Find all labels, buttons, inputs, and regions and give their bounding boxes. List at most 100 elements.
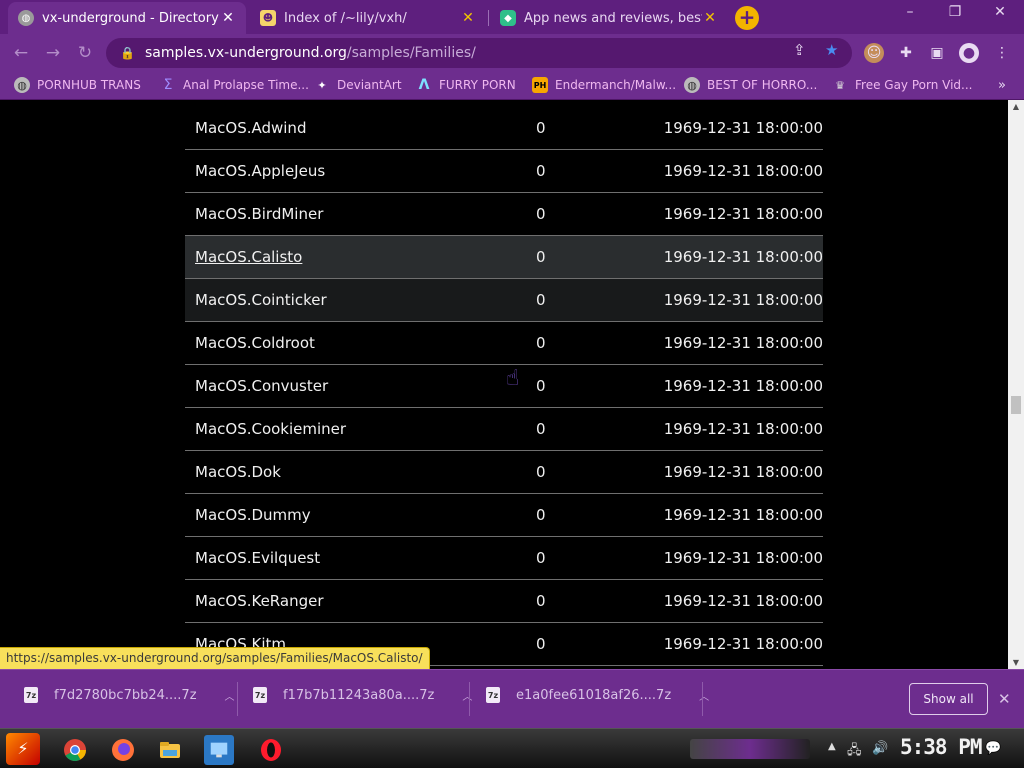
file-date: 1969-12-31 18:00:00: [663, 463, 823, 481]
address-bar[interactable]: 🔒 samples.vx-underground.org/samples/Fam…: [106, 38, 852, 68]
bookmark-label: DeviantArt: [337, 78, 402, 92]
bookmark-item[interactable]: PH Endermanch/Malw...: [532, 77, 676, 93]
bookmark-star-icon[interactable]: ★: [825, 41, 838, 59]
globe-icon: ◍: [14, 77, 30, 93]
file-explorer-app-icon[interactable]: [155, 735, 185, 765]
bookmark-item[interactable]: ✦ DeviantArt: [314, 77, 402, 93]
scrollbar-thumb[interactable]: [1011, 396, 1021, 414]
volume-icon[interactable]: 🔊: [872, 741, 888, 756]
tab-vx-underground[interactable]: ◍ vx-underground - Directory ✕: [8, 2, 246, 34]
opera-app-icon[interactable]: [256, 735, 286, 765]
file-name-link[interactable]: MacOS.KeRanger: [195, 592, 324, 610]
close-tab-icon[interactable]: ✕: [702, 10, 718, 26]
download-divider: [237, 682, 238, 716]
show-all-downloads-button[interactable]: Show all: [909, 683, 988, 715]
extension-avatar-icon[interactable]: ☺: [864, 43, 884, 63]
file-name-link[interactable]: MacOS.Cointicker: [195, 291, 327, 309]
tab-index-lily-vxh[interactable]: ☻ Index of /~lily/vxh/ ✕: [250, 2, 486, 34]
download-item[interactable]: 7z f17b7b11243a80a....7z ︿: [253, 687, 472, 703]
table-row[interactable]: MacOS.Adwind 0 1969-12-31 18:00:00: [185, 107, 823, 150]
globe-icon: ◍: [18, 10, 34, 26]
table-row[interactable]: MacOS.AppleJeus 0 1969-12-31 18:00:00: [185, 150, 823, 193]
tray-chevron-up-icon[interactable]: ▲: [828, 741, 836, 752]
download-item[interactable]: 7z e1a0fee61018af26....7z ︿: [486, 687, 709, 703]
ph-icon: PH: [532, 77, 548, 93]
control-panel-app-icon[interactable]: [204, 735, 234, 765]
archive-file-icon: 7z: [486, 687, 500, 703]
url-path: /samples/Families/: [346, 45, 476, 61]
file-name-link[interactable]: MacOS.BirdMiner: [195, 205, 323, 223]
file-date: 1969-12-31 18:00:00: [663, 420, 823, 438]
scroll-up-arrow-icon[interactable]: ▲: [1008, 102, 1024, 111]
side-panel-icon[interactable]: ▣: [927, 43, 947, 63]
forward-button[interactable]: →: [42, 42, 64, 64]
file-name-link[interactable]: MacOS.Dok: [195, 463, 281, 481]
scroll-down-arrow-icon[interactable]: ▼: [1008, 658, 1024, 667]
menu-kebab-icon[interactable]: ⋮: [992, 43, 1012, 63]
close-tab-icon[interactable]: ✕: [460, 10, 476, 26]
table-row[interactable]: MacOS.Coldroot 0 1969-12-31 18:00:00: [185, 322, 823, 365]
file-date: 1969-12-31 18:00:00: [663, 248, 823, 266]
maximize-button[interactable]: ❐: [940, 4, 970, 20]
app-news-icon: ◆: [500, 10, 516, 26]
chrome-app-icon[interactable]: [60, 735, 90, 765]
bookmark-item[interactable]: Σ Anal Prolapse Time...: [160, 77, 309, 93]
lock-icon: 🔒: [120, 46, 135, 60]
close-shelf-icon[interactable]: ✕: [998, 690, 1011, 708]
notifications-icon[interactable]: 💬: [985, 741, 1001, 756]
bookmarks-overflow-button[interactable]: »: [998, 78, 1006, 93]
start-button[interactable]: ⚡: [6, 733, 40, 765]
chevron-up-icon[interactable]: ︿: [462, 688, 472, 703]
download-item[interactable]: 7z f7d2780bc7bb24....7z ︿: [24, 687, 235, 703]
bookmark-item[interactable]: Λ FURRY PORN: [416, 77, 516, 93]
table-row[interactable]: MacOS.KeRanger 0 1969-12-31 18:00:00: [185, 580, 823, 623]
download-filename: f7d2780bc7bb24....7z: [54, 687, 197, 703]
tab-app-news[interactable]: ◆ App news and reviews, best sof ✕: [490, 2, 728, 34]
table-row[interactable]: MacOS.Calisto 0 1969-12-31 18:00:00: [185, 236, 823, 279]
minimize-button[interactable]: –: [895, 4, 925, 20]
chevron-up-icon[interactable]: ︿: [225, 688, 235, 703]
table-row[interactable]: MacOS.Convuster 0 1969-12-31 18:00:00: [185, 365, 823, 408]
bookmark-item[interactable]: ◍ BEST OF HORRO...: [684, 77, 817, 93]
ao3-icon: Σ: [163, 77, 173, 93]
file-name-link[interactable]: MacOS.Coldroot: [195, 334, 315, 352]
reload-button[interactable]: ↻: [74, 42, 96, 64]
file-name-link[interactable]: MacOS.Cookieminer: [195, 420, 346, 438]
file-name-link[interactable]: MacOS.Dummy: [195, 506, 311, 524]
file-date: 1969-12-31 18:00:00: [663, 506, 823, 524]
close-window-button[interactable]: ✕: [985, 4, 1015, 20]
close-tab-icon[interactable]: ✕: [220, 10, 236, 26]
table-row[interactable]: MacOS.BirdMiner 0 1969-12-31 18:00:00: [185, 193, 823, 236]
file-name-link[interactable]: MacOS.Evilquest: [195, 549, 320, 567]
bookmark-label: Endermanch/Malw...: [555, 78, 677, 92]
file-name-link[interactable]: MacOS.AppleJeus: [195, 162, 325, 180]
profile-icon[interactable]: ●: [959, 43, 979, 63]
file-size: 0: [536, 592, 546, 610]
file-name-link[interactable]: MacOS.Adwind: [195, 119, 306, 137]
bookmark-label: PORNHUB TRANS: [37, 78, 141, 92]
file-date: 1969-12-31 18:00:00: [663, 377, 823, 395]
file-size: 0: [536, 334, 546, 352]
page-scrollbar[interactable]: ▲ ▼: [1008, 100, 1024, 669]
download-divider: [702, 682, 703, 716]
file-name-link[interactable]: MacOS.Convuster: [195, 377, 328, 395]
table-row[interactable]: MacOS.Evilquest 0 1969-12-31 18:00:00: [185, 537, 823, 580]
share-icon[interactable]: ⇪: [793, 41, 806, 59]
bookmark-item[interactable]: ◍ PORNHUB TRANS: [14, 77, 141, 93]
extensions-puzzle-icon[interactable]: ✚: [896, 43, 916, 63]
table-row[interactable]: MacOS.Cookieminer 0 1969-12-31 18:00:00: [185, 408, 823, 451]
taskbar-clock[interactable]: 5:38 PM: [900, 735, 983, 759]
chevron-up-icon[interactable]: ︿: [699, 688, 709, 703]
firefox-app-icon[interactable]: [108, 735, 138, 765]
new-tab-button[interactable]: +: [735, 6, 759, 30]
archive-file-icon: 7z: [24, 687, 38, 703]
table-row[interactable]: MacOS.Dok 0 1969-12-31 18:00:00: [185, 451, 823, 494]
file-name-link[interactable]: MacOS.Calisto: [195, 248, 302, 266]
tab-title: Index of /~lily/vxh/: [284, 10, 407, 26]
table-row[interactable]: MacOS.Dummy 0 1969-12-31 18:00:00: [185, 494, 823, 537]
table-row[interactable]: MacOS.Cointicker 0 1969-12-31 18:00:00: [185, 279, 823, 322]
bookmark-item[interactable]: ♛ Free Gay Porn Vid...: [832, 77, 972, 93]
lambda-icon: Λ: [418, 77, 430, 93]
back-button[interactable]: ←: [10, 42, 32, 64]
network-icon[interactable]: 🖧: [847, 741, 862, 763]
